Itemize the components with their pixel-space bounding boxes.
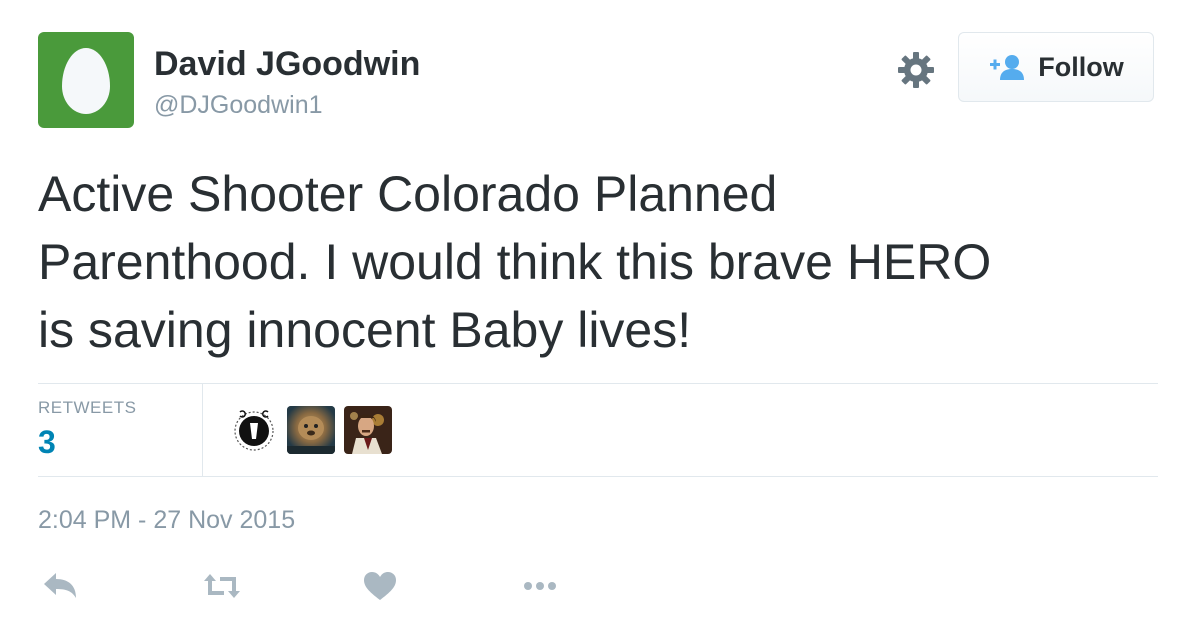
- retweeter-avatar-3[interactable]: [344, 406, 392, 454]
- retweets-label[interactable]: RETWEETS: [38, 398, 136, 418]
- stats-divider: [202, 384, 203, 476]
- retweeter-avatar-2[interactable]: [287, 406, 335, 454]
- egg-icon: [62, 48, 110, 114]
- add-user-icon: [990, 55, 1025, 80]
- follow-label: Follow: [1038, 51, 1124, 82]
- divider: [38, 383, 1158, 384]
- avatar[interactable]: [38, 32, 134, 128]
- retweeter-avatar-1[interactable]: [230, 406, 278, 454]
- tweet-text: Active Shooter Colorado Planned Parentho…: [38, 166, 992, 358]
- gear-icon[interactable]: [896, 50, 936, 90]
- like-icon[interactable]: [360, 568, 400, 604]
- more-icon[interactable]: [520, 568, 560, 604]
- timestamp[interactable]: 2:04 PM - 27 Nov 2015: [38, 506, 295, 535]
- retweet-icon[interactable]: [202, 568, 242, 604]
- divider: [38, 476, 1158, 477]
- user-name[interactable]: David JGoodwin: [154, 44, 420, 84]
- reply-icon[interactable]: [40, 568, 80, 604]
- follow-button[interactable]: Follow: [958, 32, 1154, 102]
- retweets-count[interactable]: 3: [38, 424, 56, 461]
- user-handle[interactable]: @DJGoodwin1: [154, 90, 323, 120]
